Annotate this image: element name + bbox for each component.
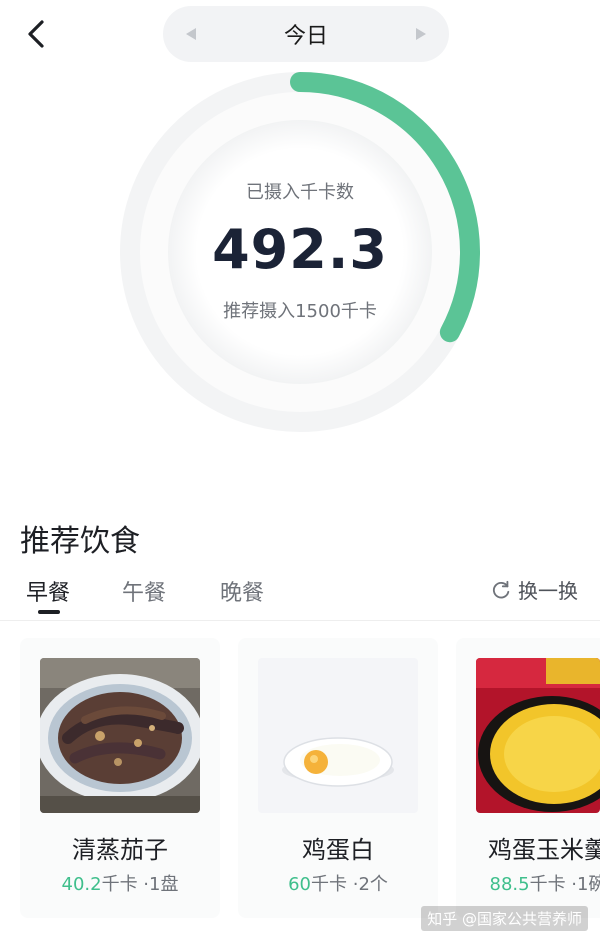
food-kcal: 88.5 xyxy=(489,874,530,895)
consumed-caption: 已摄入千卡数 xyxy=(246,182,354,203)
food-name: 清蒸茄子 xyxy=(72,836,168,864)
food-name: 鸡蛋白 xyxy=(302,836,374,864)
food-meta: 40.2千卡 ·1盘 xyxy=(20,870,220,896)
food-name: 鸡蛋玉米羹 xyxy=(488,836,600,864)
food-meta: 60千卡 ·2个 xyxy=(238,870,438,896)
refresh-label: 换一换 xyxy=(518,579,578,603)
prev-day-button[interactable] xyxy=(181,24,201,44)
chevron-left-icon xyxy=(28,20,44,48)
tab-breakfast[interactable]: 早餐 xyxy=(26,575,70,607)
food-unit: 千卡 ·1盘 xyxy=(101,874,179,895)
date-label: 今日 xyxy=(283,24,328,49)
refresh-icon xyxy=(493,580,510,598)
active-tab-indicator xyxy=(38,610,60,614)
meal-tabs: 早餐 午餐 晚餐 换一换 xyxy=(0,570,600,620)
food-photo-corn-soup xyxy=(476,658,600,813)
food-photo-eggplant xyxy=(40,658,200,813)
tab-lunch[interactable]: 午餐 xyxy=(122,575,166,607)
back-button[interactable] xyxy=(18,14,54,54)
triangle-left-icon xyxy=(186,28,196,40)
recommended-intake: 推荐摄入1500千卡 xyxy=(223,301,377,322)
food-unit: 千卡 ·1碗 xyxy=(529,874,600,895)
divider xyxy=(0,620,600,621)
food-unit: 千卡 ·2个 xyxy=(311,874,388,895)
recommend-title: 推荐饮食 xyxy=(20,524,140,559)
food-photo-egg-white xyxy=(258,658,418,813)
food-card[interactable]: 清蒸茄子 40.2千卡 ·1盘 xyxy=(20,638,220,918)
food-meta: 88.5千卡 ·1碗 xyxy=(456,870,600,896)
food-kcal: 40.2 xyxy=(61,874,102,895)
date-switcher: 今日 xyxy=(163,6,449,62)
watermark: 知乎 @国家公共营养师 xyxy=(421,906,588,931)
food-card[interactable]: 鸡蛋玉米羹 88.5千卡 ·1碗 xyxy=(456,638,600,918)
refresh-button[interactable]: 换一换 xyxy=(490,575,578,604)
consumed-value: 492.3 xyxy=(212,218,388,281)
food-card[interactable]: 鸡蛋白 60千卡 ·2个 xyxy=(238,638,438,918)
tab-dinner[interactable]: 晚餐 xyxy=(220,575,264,607)
food-kcal: 60 xyxy=(288,874,311,895)
calorie-ring: 已摄入千卡数 492.3 推荐摄入1500千卡 xyxy=(120,72,480,432)
triangle-right-icon xyxy=(415,28,426,40)
next-day-button[interactable] xyxy=(411,24,431,44)
food-card-list: 清蒸茄子 40.2千卡 ·1盘 鸡蛋白 60千卡 ·2个 鸡蛋玉米羹 88.5千… xyxy=(0,638,600,918)
